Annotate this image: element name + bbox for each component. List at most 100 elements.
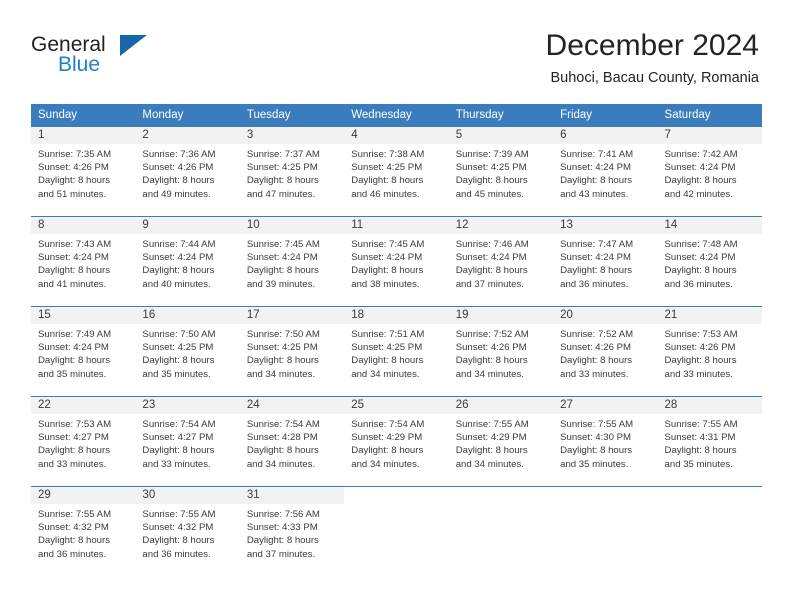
calendar-day-cell[interactable]: 26 Sunrise: 7:55 AM Sunset: 4:29 PM Dayligh… xyxy=(448,397,554,486)
calendar-day-cell[interactable]: 1 Sunrise: 7:35 AM Sunset: 4:26 PM Daylight… xyxy=(31,127,136,216)
sunrise-time: Sunrise: 7:50 AM xyxy=(142,329,216,340)
day-number xyxy=(657,487,762,504)
daylight-duration-line2: and 35 minutes. xyxy=(560,458,629,470)
day-sun-info: Sunrise: 7:37 AM Sunset: 4:25 PM Daylight:… xyxy=(240,144,344,201)
calendar-day-cell[interactable]: 13 Sunrise: 7:47 AM Sunset: 4:24 PM Dayligh… xyxy=(553,217,658,306)
sunrise-time: Sunrise: 7:54 AM xyxy=(142,419,216,430)
day-sun-info: Sunrise: 7:53 AM Sunset: 4:27 PM Daylight:… xyxy=(31,414,135,471)
calendar-day-cell[interactable]: 4 Sunrise: 7:38 AM Sunset: 4:25 PM Daylight… xyxy=(344,127,449,216)
day-sun-info: Sunrise: 7:49 AM Sunset: 4:24 PM Daylight:… xyxy=(31,324,135,381)
calendar-day-cell[interactable]: 28 Sunrise: 7:55 AM Sunset: 4:31 PM Dayligh… xyxy=(657,397,762,486)
calendar-day-cell[interactable]: 8 Sunrise: 7:43 AM Sunset: 4:24 PM Daylight… xyxy=(31,217,136,306)
calendar-day-cell[interactable]: 21 Sunrise: 7:53 AM Sunset: 4:26 PM Dayligh… xyxy=(657,307,762,396)
daylight-duration-line2: and 46 minutes. xyxy=(351,188,420,200)
day-number: 30 xyxy=(135,487,240,504)
sunset-time: Sunset: 4:25 PM xyxy=(142,342,214,354)
day-sun-info: Sunrise: 7:36 AM Sunset: 4:26 PM Daylight:… xyxy=(135,144,239,201)
daylight-duration-line1: Daylight: 8 hours xyxy=(455,355,528,367)
sunset-time: Sunset: 4:24 PM xyxy=(664,162,736,174)
calendar-day-cell[interactable]: 30 Sunrise: 7:55 AM Sunset: 4:32 PM Dayligh… xyxy=(135,487,240,576)
calendar-day-cell[interactable]: 5 Sunrise: 7:39 AM Sunset: 4:25 PM Daylight… xyxy=(448,127,554,216)
day-sun-info xyxy=(449,504,553,508)
calendar-day-cell[interactable]: 24 Sunrise: 7:54 AM Sunset: 4:28 PM Dayligh… xyxy=(239,397,345,486)
calendar-day-cell[interactable]: 25 Sunrise: 7:54 AM Sunset: 4:29 PM Dayligh… xyxy=(344,397,449,486)
calendar-day-cell[interactable]: 7 Sunrise: 7:42 AM Sunset: 4:24 PM Daylight… xyxy=(657,127,762,216)
sunset-time: Sunset: 4:26 PM xyxy=(38,162,109,174)
day-sun-info: Sunrise: 7:52 AM Sunset: 4:26 PM Daylight:… xyxy=(553,324,657,381)
calendar-day-cell[interactable]: 18 Sunrise: 7:51 AM Sunset: 4:25 PM Dayligh… xyxy=(344,307,449,396)
day-sun-info: Sunrise: 7:45 AM Sunset: 4:24 PM Daylight:… xyxy=(240,234,344,291)
day-number: 22 xyxy=(31,397,136,414)
day-number: 20 xyxy=(553,307,658,324)
sunset-time: Sunset: 4:24 PM xyxy=(560,252,632,264)
sunrise-time: Sunrise: 7:53 AM xyxy=(664,329,738,340)
day-number: 7 xyxy=(657,127,762,144)
day-sun-info: Sunrise: 7:38 AM Sunset: 4:25 PM Daylight:… xyxy=(344,144,448,201)
calendar-day-cell[interactable]: 19 Sunrise: 7:52 AM Sunset: 4:26 PM Dayligh… xyxy=(448,307,554,396)
calendar-day-cell[interactable]: 9 Sunrise: 7:44 AM Sunset: 4:24 PM Daylight… xyxy=(135,217,240,306)
daylight-duration-line2: and 34 minutes. xyxy=(455,368,524,380)
daylight-duration-line1: Daylight: 8 hours xyxy=(38,265,110,277)
daylight-duration-line1: Daylight: 8 hours xyxy=(142,265,215,277)
daylight-duration-line1: Daylight: 8 hours xyxy=(560,445,633,457)
calendar-day-cell[interactable]: 31 Sunrise: 7:56 AM Sunset: 4:33 PM Dayligh… xyxy=(239,487,345,576)
daylight-duration-line2: and 36 minutes. xyxy=(560,278,629,290)
calendar-day-cell[interactable]: 20 Sunrise: 7:52 AM Sunset: 4:26 PM Dayligh… xyxy=(553,307,658,396)
sunset-time: Sunset: 4:33 PM xyxy=(246,522,318,534)
sunset-time: Sunset: 4:29 PM xyxy=(351,432,423,444)
daylight-duration-line2: and 36 minutes. xyxy=(664,278,733,290)
day-sun-info: Sunrise: 7:48 AM Sunset: 4:24 PM Daylight:… xyxy=(658,234,762,291)
daylight-duration-line1: Daylight: 8 hours xyxy=(664,355,737,367)
daylight-duration-line1: Daylight: 8 hours xyxy=(246,535,319,547)
sunrise-time: Sunrise: 7:42 AM xyxy=(664,149,738,160)
daylight-duration-line2: and 39 minutes. xyxy=(246,278,316,290)
calendar-day-cell[interactable]: 15 Sunrise: 7:49 AM Sunset: 4:24 PM Dayligh… xyxy=(31,307,136,396)
calendar-day-cell[interactable]: 27 Sunrise: 7:55 AM Sunset: 4:30 PM Dayligh… xyxy=(553,397,658,486)
daylight-duration-line2: and 37 minutes. xyxy=(246,548,316,560)
calendar-day-cell[interactable]: 14 Sunrise: 7:48 AM Sunset: 4:24 PM Dayligh… xyxy=(657,217,762,306)
day-number: 19 xyxy=(448,307,554,324)
day-number: 5 xyxy=(448,127,554,144)
day-sun-info xyxy=(658,504,762,508)
calendar-day-cell[interactable]: 3 Sunrise: 7:37 AM Sunset: 4:25 PM Daylight… xyxy=(239,127,345,216)
calendar-day-cell[interactable]: 6 Sunrise: 7:41 AM Sunset: 4:24 PM Daylight… xyxy=(553,127,658,216)
daylight-duration-line1: Daylight: 8 hours xyxy=(246,355,319,367)
sunrise-time: Sunrise: 7:35 AM xyxy=(38,149,112,160)
daylight-duration-line2: and 38 minutes. xyxy=(351,278,420,290)
calendar-day-cell[interactable]: 23 Sunrise: 7:54 AM Sunset: 4:27 PM Dayligh… xyxy=(135,397,240,486)
sunrise-time: Sunrise: 7:53 AM xyxy=(38,419,112,430)
day-sun-info: Sunrise: 7:56 AM Sunset: 4:33 PM Daylight:… xyxy=(240,504,344,561)
calendar-day-cell[interactable]: 22 Sunrise: 7:53 AM Sunset: 4:27 PM Dayligh… xyxy=(31,397,136,486)
sunset-time: Sunset: 4:29 PM xyxy=(455,432,527,444)
daylight-duration-line2: and 42 minutes. xyxy=(664,188,733,200)
daylight-duration-line1: Daylight: 8 hours xyxy=(38,175,110,187)
daylight-duration-line1: Daylight: 8 hours xyxy=(351,445,424,457)
calendar-day-cell[interactable]: 11 Sunrise: 7:45 AM Sunset: 4:24 PM Dayligh… xyxy=(344,217,449,306)
daylight-duration-line1: Daylight: 8 hours xyxy=(664,445,737,457)
daylight-duration-line1: Daylight: 8 hours xyxy=(38,535,110,547)
day-number: 27 xyxy=(553,397,658,414)
calendar-day-cell[interactable]: 16 Sunrise: 7:50 AM Sunset: 4:25 PM Dayligh… xyxy=(135,307,240,396)
daylight-duration-line1: Daylight: 8 hours xyxy=(246,265,319,277)
general-blue-logo[interactable]: General Blue xyxy=(31,33,151,79)
sunrise-time: Sunrise: 7:50 AM xyxy=(246,329,320,340)
day-sun-info: Sunrise: 7:42 AM Sunset: 4:24 PM Daylight:… xyxy=(658,144,762,201)
sunrise-time: Sunrise: 7:45 AM xyxy=(246,239,320,250)
sunrise-time: Sunrise: 7:41 AM xyxy=(560,149,634,160)
calendar-day-cell-empty xyxy=(657,487,762,576)
sunset-time: Sunset: 4:24 PM xyxy=(38,342,109,354)
sunrise-time: Sunrise: 7:36 AM xyxy=(142,149,216,160)
calendar-day-cell[interactable]: 12 Sunrise: 7:46 AM Sunset: 4:24 PM Dayligh… xyxy=(448,217,554,306)
sunrise-time: Sunrise: 7:55 AM xyxy=(38,509,112,520)
daylight-duration-line1: Daylight: 8 hours xyxy=(142,175,215,187)
sunset-time: Sunset: 4:25 PM xyxy=(246,342,318,354)
page-subtitle-location: Buhoci, Bacau County, Romania xyxy=(550,70,760,86)
sunrise-time: Sunrise: 7:55 AM xyxy=(142,509,216,520)
calendar-day-cell[interactable]: 29 Sunrise: 7:55 AM Sunset: 4:32 PM Dayligh… xyxy=(31,487,136,576)
calendar-day-cell[interactable]: 17 Sunrise: 7:50 AM Sunset: 4:25 PM Dayligh… xyxy=(239,307,345,396)
calendar-day-cell[interactable]: 2 Sunrise: 7:36 AM Sunset: 4:26 PM Daylight… xyxy=(135,127,240,216)
day-number: 16 xyxy=(135,307,240,324)
calendar-day-cell[interactable]: 10 Sunrise: 7:45 AM Sunset: 4:24 PM Dayligh… xyxy=(239,217,345,306)
daylight-duration-line1: Daylight: 8 hours xyxy=(455,175,528,187)
weekday-header-sunday: Sunday xyxy=(38,109,78,121)
